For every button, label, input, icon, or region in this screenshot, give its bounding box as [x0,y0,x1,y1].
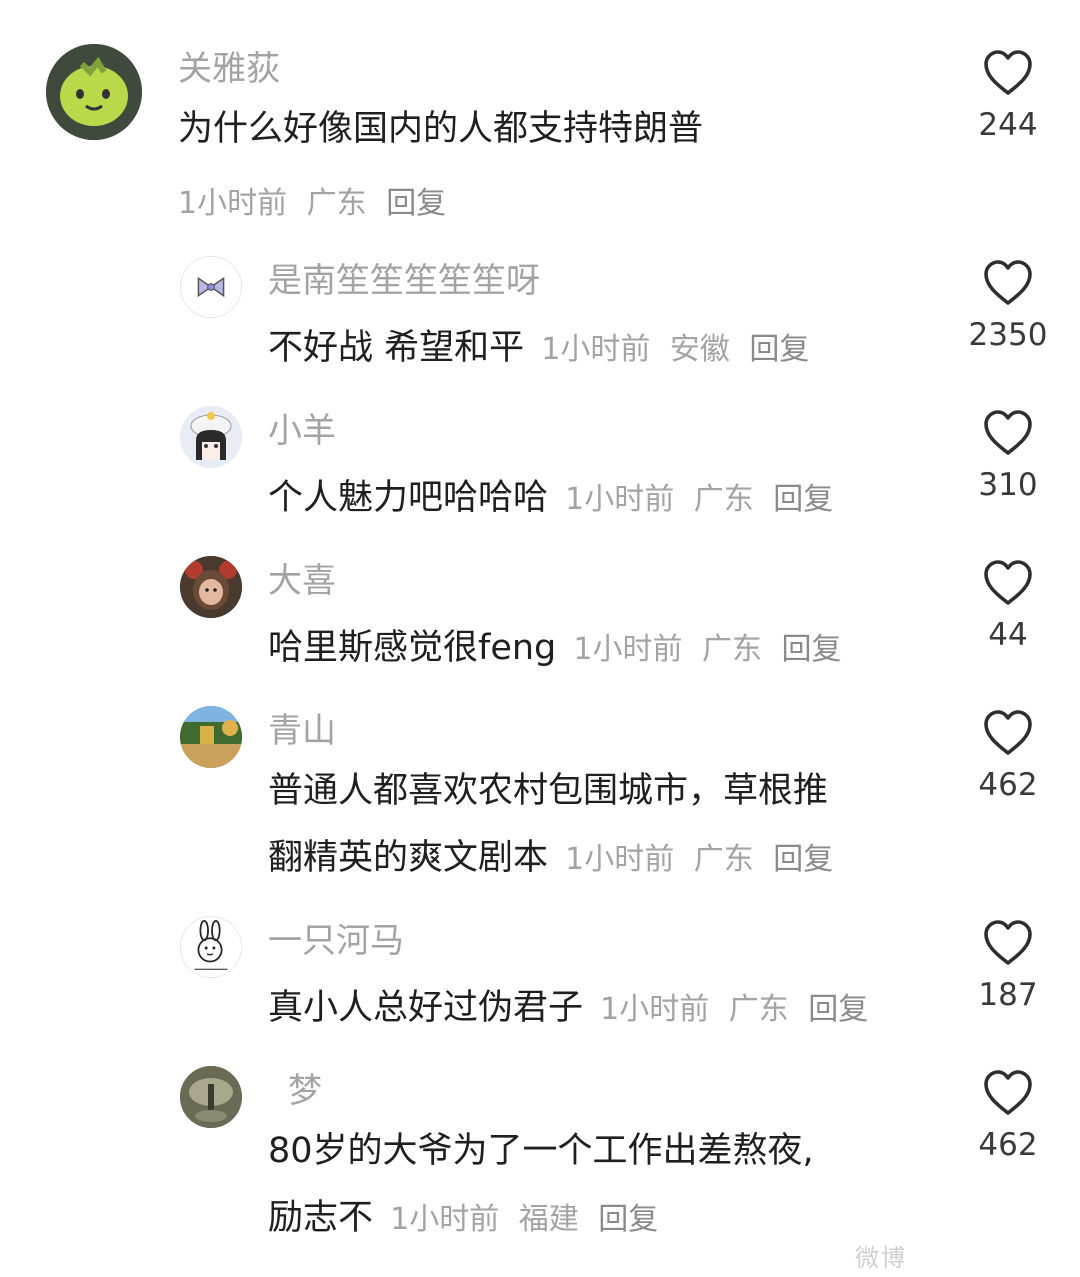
heart-icon [984,920,1032,965]
reply-button[interactable]: 回复 [782,632,842,667]
like-button[interactable]: 310 [958,410,1058,501]
comment-meta: 1小时前 广东 回复 [573,632,851,667]
avatar[interactable] [180,256,242,318]
comment-body: 个人魅力吧哈哈哈 1小时前 广东 回复 [268,474,843,518]
like-button[interactable]: 244 [958,50,1058,141]
comment-location: 广东 [306,186,367,221]
avatar[interactable] [180,916,242,978]
heart-icon [984,710,1032,755]
reply-item: 青山 普通人都喜欢农村包围城市，草根推 翻精英的爽文剧本 1小时前 广东 回复 … [0,700,1080,890]
watermark: 微博 [855,1244,907,1272]
comment-time: 1小时前 [565,482,675,517]
like-button[interactable]: 462 [958,710,1058,801]
comment-text: 真小人总好过伪君子 [268,988,584,1028]
reply-button[interactable]: 回复 [386,186,446,221]
like-count: 44 [988,617,1028,653]
comment-text-line-2: 翻精英的爽文剧本 [268,838,549,878]
comment-text-line-2: 励志不 [268,1198,374,1238]
comment-meta: 1小时前 广东 回复 [565,842,843,877]
avatar-image [180,1066,242,1128]
like-button[interactable]: 2350 [958,260,1058,351]
like-button[interactable]: 44 [958,560,1058,651]
heart-icon [984,410,1032,455]
like-count: 244 [978,107,1038,143]
avatar-image [180,406,242,468]
avatar[interactable] [46,44,142,140]
comment-text: 哈里斯感觉很feng [268,628,557,668]
reply-item: 大喜 哈里斯感觉很feng 1小时前 广东 回复 44 [0,550,1080,680]
reply-item: 小羊 个人魅力吧哈哈哈 1小时前 广东 回复 310 [0,400,1080,530]
comment-author[interactable]: 一只河马 [268,924,404,958]
heart-icon [984,560,1032,605]
heart-icon [984,50,1032,95]
avatar[interactable] [180,706,242,768]
comment-time: 1小时前 [600,992,710,1027]
comment-text: 不好战 希望和平 [268,328,525,368]
comment-author[interactable]: 关雅荻 [178,52,280,86]
reply-button[interactable]: 回复 [598,1202,658,1237]
comment-meta: 1小时前 广东 回复 [178,178,456,222]
comment-location: 广东 [728,992,789,1027]
comment-author[interactable]: 是南笙笙笙笙笙呀 [268,264,540,298]
comment-author[interactable]: 青山 [268,714,336,748]
comment-text-line-1: 普通人都喜欢农村包围城市，草根推 [268,771,829,811]
comment-body: 翻精英的爽文剧本 1小时前 广东 回复 [268,834,843,878]
avatar[interactable] [180,406,242,468]
comment-meta: 1小时前 福建 回复 [390,1202,668,1237]
like-count: 462 [978,1127,1038,1163]
avatar-image [180,706,242,768]
comment-time: 1小时前 [573,632,683,667]
avatar-image [181,917,241,977]
comment-body: 不好战 希望和平 1小时前 安徽 回复 [268,324,819,368]
comment-time: 1小时前 [390,1202,500,1237]
reply-button[interactable]: 回复 [773,482,833,517]
comment-time: 1小时前 [541,332,651,367]
comment-author[interactable]: 大喜 [268,564,336,598]
comment-location: 福建 [518,1202,579,1237]
reply-item: 一只河马 真小人总好过伪君子 1小时前 广东 回复 187 [0,910,1080,1040]
reply-item: 梦 80岁的大爷为了一个工作出差熬夜, 励志不 1小时前 福建 回复 462 [0,1060,1080,1250]
avatar-image [46,44,142,140]
comment-meta: 1小时前 安徽 回复 [541,332,819,367]
comment-location: 广东 [693,482,754,517]
comment-body: 励志不 1小时前 福建 回复 [268,1194,668,1238]
heart-icon [984,260,1032,305]
comment-body: 哈里斯感觉很feng 1小时前 广东 回复 [268,624,852,668]
comment-text: 个人魅力吧哈哈哈 [268,478,549,518]
like-count: 2350 [968,317,1048,353]
heart-icon [984,1070,1032,1115]
comment-body: 真小人总好过伪君子 1小时前 广东 回复 [268,984,878,1028]
reply-item: 是南笙笙笙笙笙呀 不好战 希望和平 1小时前 安徽 回复 2350 [0,250,1080,380]
comment-meta: 1小时前 广东 回复 [565,482,843,517]
comment-text-line-1: 80岁的大爷为了一个工作出差熬夜, [268,1131,814,1171]
like-count: 462 [978,767,1038,803]
comment-location: 广东 [702,632,762,667]
reply-button[interactable]: 回复 [808,992,868,1027]
comment-time: 1小时前 [565,842,675,877]
comment-item: 关雅荻 为什么好像国内的人都支持特朗普 1小时前 广东 回复 244 [0,0,1080,230]
comment-author[interactable]: 小羊 [268,414,336,448]
like-count: 310 [978,467,1038,503]
comment-text: 为什么好像国内的人都支持特朗普 [178,109,704,149]
avatar-image [181,257,241,317]
like-button[interactable]: 462 [958,1070,1058,1161]
comment-meta: 1小时前 广东 回复 [600,992,878,1027]
reply-button[interactable]: 回复 [773,842,833,877]
like-count: 187 [978,977,1038,1013]
reply-button[interactable]: 回复 [749,332,809,367]
comment-location: 安徽 [669,332,730,367]
comment-location: 广东 [693,842,754,877]
avatar-image [180,556,242,618]
comment-author[interactable]: 梦 [288,1074,322,1108]
like-button[interactable]: 187 [958,920,1058,1011]
avatar[interactable] [180,556,242,618]
comment-time: 1小时前 [178,186,288,221]
avatar[interactable] [180,1066,242,1128]
